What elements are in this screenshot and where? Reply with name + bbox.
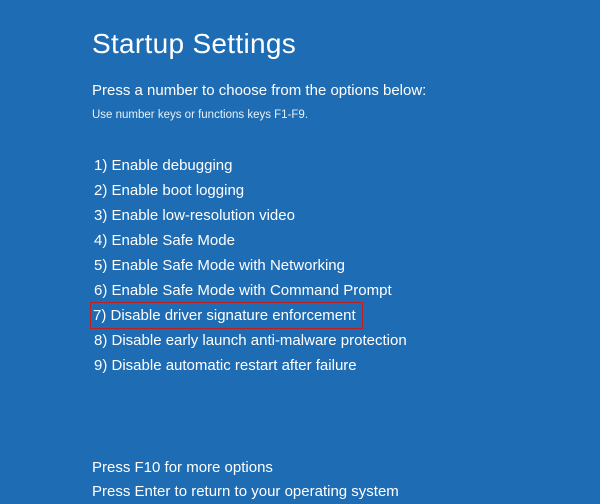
option-7[interactable]: 7) Disable driver signature enforcement — [90, 302, 363, 329]
option-8[interactable]: 8) Disable early launch anti-malware pro… — [92, 328, 411, 353]
options-list: 1) Enable debugging 2) Enable boot loggi… — [92, 153, 600, 378]
option-5[interactable]: 5) Enable Safe Mode with Networking — [92, 253, 349, 278]
subtitle-text: Press a number to choose from the option… — [92, 82, 600, 99]
option-2[interactable]: 2) Enable boot logging — [92, 178, 248, 203]
page-title: Startup Settings — [92, 28, 600, 60]
return-hint: Press Enter to return to your operating … — [92, 480, 600, 504]
option-1[interactable]: 1) Enable debugging — [92, 153, 236, 178]
startup-settings-screen: Startup Settings Press a number to choos… — [0, 0, 600, 504]
footer-instructions: Press F10 for more options Press Enter t… — [92, 456, 600, 504]
option-4[interactable]: 4) Enable Safe Mode — [92, 228, 239, 253]
hint-text: Use number keys or functions keys F1-F9. — [92, 109, 600, 121]
option-9[interactable]: 9) Disable automatic restart after failu… — [92, 353, 361, 378]
more-options-hint: Press F10 for more options — [92, 456, 600, 480]
option-3[interactable]: 3) Enable low-resolution video — [92, 203, 299, 228]
option-6[interactable]: 6) Enable Safe Mode with Command Prompt — [92, 278, 396, 303]
